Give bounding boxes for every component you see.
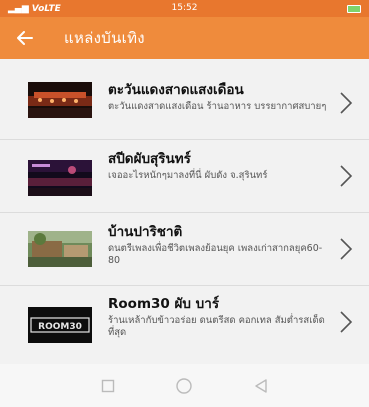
logo-text: ROOM30 <box>38 322 82 332</box>
triangle-back-icon <box>255 378 267 393</box>
status-time: 15:52 <box>171 3 198 13</box>
item-description: ร้านเหล้ากับข้าวอร่อย ดนตรีสด คอกเทล สัม… <box>108 315 325 338</box>
item-title: สปีดผับสุรินทร์ <box>108 151 191 167</box>
list-item[interactable]: สปีดผับสุรินทร์ เจออะไรหนักๆมาลงที่นี่ ผ… <box>0 140 369 213</box>
app-bar: แหล่งบันเทิง <box>0 17 369 59</box>
status-bar: ▂▄▆ VoLTE 15:52 <box>0 0 369 17</box>
outdoor-venue-photo <box>28 231 92 267</box>
room30-logo: ROOM30 <box>28 307 92 343</box>
arrow-left-icon <box>17 31 33 45</box>
back-nav-button[interactable] <box>251 376 271 396</box>
chevron-right-icon[interactable] <box>337 89 355 117</box>
item-title: บ้านปาริชาติ <box>108 224 183 240</box>
item-title: ตะวันแดงสาดแสงเดือน <box>108 82 244 98</box>
system-nav-bar <box>0 364 369 407</box>
item-description: ดนตรีเพลงเพื่อชีวิตเพลงย้อนยุค เพลงเก่าส… <box>108 243 323 266</box>
venue-list: ตะวันแดงสาดแสงเดือน ตะวันแดงสาดแสงเดือน … <box>0 59 369 364</box>
back-button[interactable] <box>0 17 50 59</box>
item-title: Room30 ผับ บาร์ <box>108 296 220 312</box>
list-item[interactable]: ตะวันแดงสาดแสงเดือน ตะวันแดงสาดแสงเดือน … <box>0 67 369 140</box>
circle-icon <box>176 377 193 394</box>
list-item[interactable]: บ้านปาริชาติ ดนตรีเพลงเพื่อชีวิตเพลงย้อน… <box>0 213 369 286</box>
pub-stage-photo <box>28 160 92 196</box>
list-item[interactable]: ROOM30 Room30 ผับ บาร์ ร้านเหล้ากับข้าวอ… <box>0 286 369 359</box>
home-button[interactable] <box>174 376 194 396</box>
chevron-right-icon[interactable] <box>337 308 355 336</box>
item-description: เจออะไรหนักๆมาลงที่นี่ ผับดัง จ.สุรินทร์ <box>108 170 268 181</box>
chevron-right-icon[interactable] <box>337 235 355 263</box>
chevron-right-icon[interactable] <box>337 162 355 190</box>
page-title: แหล่งบันเทิง <box>64 29 145 47</box>
item-description: ตะวันแดงสาดแสงเดือน ร้านอาหาร บรรยากาศสบ… <box>108 101 327 112</box>
restaurant-night-photo <box>28 82 92 118</box>
square-icon <box>101 379 115 392</box>
recent-apps-button[interactable] <box>98 376 118 396</box>
